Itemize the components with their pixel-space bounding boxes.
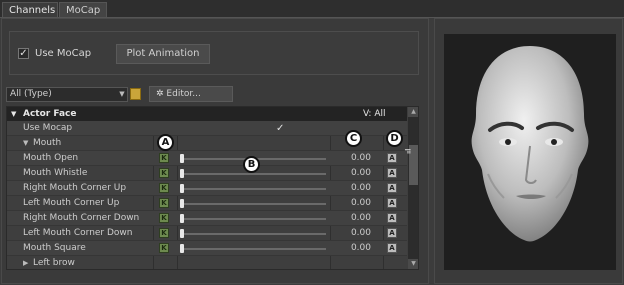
value-slider-thumb[interactable] (180, 214, 184, 223)
scrollbar[interactable] (408, 107, 418, 269)
scroll-down-icon[interactable]: ▼ (408, 259, 418, 269)
animate-button[interactable]: A (387, 228, 397, 238)
value-field[interactable]: 0.00 (333, 196, 371, 211)
callout-d: D (386, 130, 403, 147)
table-row: Mouth Open K 0.00 A (7, 151, 407, 166)
keyframe-button[interactable]: K (159, 198, 169, 208)
tab-channels[interactable]: Channels (2, 2, 58, 18)
value-slider-track[interactable] (182, 248, 326, 250)
value-slider-thumb[interactable] (180, 154, 184, 163)
row-label: Mouth Whistle (23, 168, 88, 178)
value-field[interactable]: 0.00 (333, 166, 371, 181)
animate-button[interactable]: A (387, 168, 397, 178)
table-row: Left Mouth Corner Up K 0.00 A (7, 196, 407, 211)
type-filter-dropdown[interactable]: All (Type) (6, 87, 128, 102)
value-slider-thumb[interactable] (180, 229, 184, 238)
callout-c: C (345, 130, 362, 147)
row-label: Use Mocap (23, 123, 73, 133)
table-row: Mouth Whistle K 0.00 A (7, 166, 407, 181)
value-field[interactable]: 0.00 (333, 181, 371, 196)
chevron-down-icon[interactable]: ▼ (116, 87, 128, 102)
face-model-image (471, 46, 589, 242)
face-viewport[interactable] (444, 34, 616, 270)
expand-arrow-icon[interactable]: ▼ (23, 136, 28, 151)
table-row: Left Mouth Corner Down K 0.00 A (7, 226, 407, 241)
value-slider-thumb[interactable] (180, 199, 184, 208)
collapsed-arrow-icon[interactable]: ▶ (23, 256, 28, 269)
tab-mocap[interactable]: MoCap (59, 2, 107, 18)
editor-button-label: Editor... (166, 89, 201, 99)
animate-button[interactable]: A (387, 153, 397, 163)
keyframe-button[interactable]: K (159, 228, 169, 238)
row-label: Mouth Open (23, 153, 79, 163)
value-slider-track[interactable] (182, 173, 326, 175)
table-row: Mouth Square K 0.00 A (7, 241, 407, 256)
scroll-up-icon[interactable]: ▲ (408, 107, 418, 117)
keyframe-button[interactable]: K (159, 243, 169, 253)
table-row: ▶ Left brow (7, 256, 407, 269)
group-label: Mouth (33, 138, 62, 148)
keyframe-button[interactable]: K (159, 183, 169, 193)
value-slider-track[interactable] (182, 188, 326, 190)
expand-arrow-icon[interactable]: ▼ (11, 107, 16, 121)
animate-button[interactable]: A (387, 198, 397, 208)
row-label: Mouth Square (23, 243, 86, 253)
callout-a: A (157, 134, 174, 151)
row-label: Right Mouth Corner Up (23, 183, 127, 193)
table-header: ▼ Actor Face V: All (7, 107, 407, 121)
row-label: Right Mouth Corner Down (23, 213, 140, 223)
value-slider-track[interactable] (182, 218, 326, 220)
value-field[interactable]: 0.00 (333, 151, 371, 166)
value-slider-track[interactable] (182, 233, 326, 235)
table-row: Right Mouth Corner Up K 0.00 A (7, 181, 407, 196)
use-mocap-label: Use MoCap (35, 48, 92, 59)
keyframe-button[interactable]: K (159, 153, 169, 163)
use-mocap-row-checkbox[interactable]: ✓ (276, 121, 284, 136)
header-title: Actor Face (23, 109, 77, 119)
row-label: Left Mouth Corner Down (23, 228, 133, 238)
animate-button[interactable]: A (387, 213, 397, 223)
visibility-filter[interactable]: V: All (363, 107, 385, 121)
value-slider-thumb[interactable] (180, 169, 184, 178)
callout-b: B (243, 156, 260, 173)
gear-icon: ✲ (156, 89, 164, 99)
keyframe-button[interactable]: K (159, 213, 169, 223)
value-field[interactable]: 0.00 (333, 241, 371, 256)
keyframe-button[interactable]: K (159, 168, 169, 178)
group-label: Left brow (33, 258, 75, 268)
value-field[interactable]: 0.00 (333, 211, 371, 226)
table-row: Right Mouth Corner Down K 0.00 A (7, 211, 407, 226)
value-slider-thumb[interactable] (180, 244, 184, 253)
animate-button[interactable]: A (387, 243, 397, 253)
animate-button[interactable]: A (387, 183, 397, 193)
use-mocap-checkbox[interactable]: ✓ (18, 48, 29, 59)
row-label: Left Mouth Corner Up (23, 198, 120, 208)
editor-button[interactable]: ✲ Editor... (149, 86, 233, 102)
value-slider-thumb[interactable] (180, 184, 184, 193)
plot-animation-button[interactable]: Plot Animation (116, 44, 210, 64)
value-field[interactable]: 0.00 (333, 226, 371, 241)
lock-icon[interactable] (130, 88, 141, 100)
value-slider-track[interactable] (182, 203, 326, 205)
